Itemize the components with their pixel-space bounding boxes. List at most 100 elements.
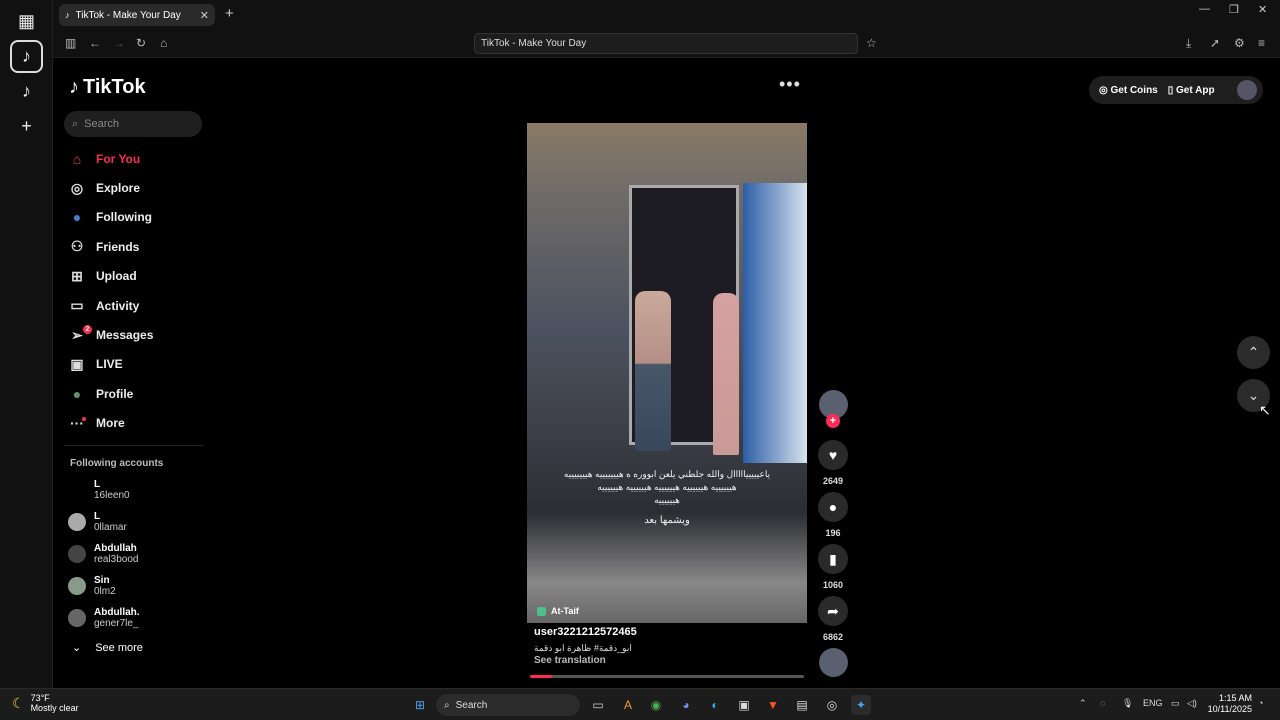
user-avatar[interactable] [1237, 80, 1257, 100]
get-coins-button[interactable]: ◎ Get Coins [1099, 85, 1158, 96]
close-tab-icon[interactable]: ✕ [200, 9, 209, 22]
workspaces-icon[interactable]: ▦ [10, 5, 43, 38]
chevron-up-icon: ⌃ [1247, 344, 1260, 360]
add-app-icon[interactable]: + [10, 110, 43, 143]
new-tab-button[interactable]: + [225, 5, 234, 22]
settings-gear-icon[interactable]: ⚙ [1234, 36, 1245, 50]
nav-upload[interactable]: ⊞ Upload [64, 262, 204, 291]
nav-friends[interactable]: ⚇ Friends [64, 232, 204, 261]
nav-label: Activity [96, 298, 140, 313]
volume-icon[interactable]: ◁) [1187, 698, 1197, 709]
microphone-icon[interactable]: 🎙 [1122, 698, 1133, 709]
steam-icon[interactable]: ◎ [822, 695, 842, 715]
see-translation-link[interactable]: See translation [534, 655, 606, 666]
reload-icon[interactable]: ↻ [136, 36, 146, 50]
nav-profile[interactable]: ● Profile [64, 379, 204, 408]
sidebar-toggle-icon[interactable]: ▥ [65, 36, 76, 50]
network-icon[interactable]: ▭ [1171, 698, 1180, 709]
tiktok-favicon-icon: ♪ [65, 10, 70, 20]
tiktok-app-icon-2[interactable]: ♪ [10, 75, 43, 108]
messages-badge: 2 [83, 325, 92, 335]
chrome-icon[interactable]: ◉ [646, 695, 666, 715]
download-icon[interactable]: ⤓ [1186, 36, 1191, 51]
save-button[interactable]: ▮ [818, 544, 848, 574]
nav-following[interactable]: ● Following [64, 203, 204, 232]
nav-label: Profile [96, 386, 134, 401]
see-more-label: See more [95, 641, 143, 654]
location-tag[interactable]: At-Taif [537, 606, 579, 616]
browser-app-icon[interactable]: ✦ [851, 695, 871, 715]
browser-tab[interactable]: ♪ TikTok - Make Your Day ✕ [59, 4, 215, 26]
video-description: ابو_دقمة# ظاهرة ابو دقمة [534, 643, 632, 653]
bookmark-star-icon[interactable]: ☆ [866, 36, 877, 50]
more-options-icon[interactable]: ••• [779, 74, 801, 95]
previous-video-button[interactable]: ⌃ [1237, 336, 1270, 369]
nav-for-you[interactable]: ⌂ For You [64, 144, 204, 173]
upload-icon: ⊞ [71, 267, 83, 284]
tray-chevron-icon[interactable]: ⌃ [1079, 698, 1087, 709]
account-handle: gener7le_ [94, 618, 139, 629]
nav-live[interactable]: ▣ LIVE [64, 350, 204, 379]
account-handle: 16leen0 [94, 490, 130, 501]
windows-start-icon[interactable]: ⊞ [410, 695, 430, 715]
rocket-icon[interactable]: ➚ [1210, 36, 1220, 50]
nav-label: Following [96, 210, 152, 225]
like-button[interactable]: ♥ [818, 440, 848, 470]
brave-icon[interactable]: ▼ [763, 695, 783, 715]
follow-plus-button[interactable]: + [826, 414, 840, 428]
tray-app-icon[interactable]: ◌ [1100, 698, 1105, 708]
system-clock[interactable]: 1:15 AM 10/11/2025 [1206, 693, 1252, 715]
following-account[interactable]: L 16leen0 [68, 476, 208, 504]
location-icon [537, 606, 546, 616]
video-progress-fill [530, 675, 552, 678]
share-arrow-icon: ➦ [827, 602, 839, 619]
nav-label: Explore [96, 181, 141, 196]
file-explorer-icon[interactable]: ▭ [588, 695, 608, 715]
discord-icon[interactable]: ◕ [676, 695, 696, 715]
epic-games-icon[interactable]: ▣ [734, 695, 754, 715]
app-a-icon[interactable]: A [618, 695, 638, 715]
tiktok-logo[interactable]: ♪ TikTok [69, 76, 146, 99]
following-account[interactable]: L 0llamar [68, 508, 208, 536]
mouse-cursor-icon: ↖ [1259, 402, 1271, 418]
address-bar[interactable]: TikTok - Make Your Day [474, 33, 858, 54]
search-input[interactable]: ⌕ Search [64, 111, 202, 137]
game-app-icon[interactable]: ▤ [792, 695, 812, 715]
forward-icon[interactable]: → [113, 36, 125, 50]
home-icon[interactable]: ⌂ [160, 36, 167, 50]
nav-activity[interactable]: ▭ Activity [64, 291, 204, 320]
following-account[interactable]: Abdullah. gener7le_ [68, 604, 208, 632]
nav-explore[interactable]: ◎ Explore [64, 173, 204, 202]
notification-icon[interactable]: ◔ [1258, 698, 1263, 708]
see-more-button[interactable]: ⌄ See more [72, 641, 143, 655]
nav-label: More [96, 416, 125, 431]
video-username[interactable]: user3221212572465 [534, 626, 637, 638]
nav-messages[interactable]: ➢ 2 Messages [64, 320, 204, 349]
nav-more[interactable]: ··· More [64, 409, 204, 438]
location-label: At-Taif [551, 606, 579, 616]
tiktok-app-icon[interactable]: ♪ [10, 40, 43, 73]
close-window-button[interactable]: ✕ [1258, 3, 1267, 16]
share-button[interactable]: ➦ [818, 596, 848, 626]
video-player[interactable]: ياعيييييااااال والله جلطني يلعن ابووره ه… [527, 123, 807, 623]
profile-avatar-icon: ● [72, 385, 82, 402]
video-progress-bar[interactable] [530, 675, 804, 678]
nav-label: Upload [96, 269, 137, 284]
coin-icon: ◎ [1099, 84, 1111, 96]
minimize-button[interactable]: — [1199, 3, 1210, 15]
taskbar-search[interactable]: ⌕ Search [436, 694, 580, 716]
back-icon[interactable]: ← [89, 36, 101, 50]
music-disc-avatar[interactable] [819, 648, 848, 677]
language-indicator[interactable]: ENG [1143, 698, 1163, 708]
following-account[interactable]: Sin 0lm2 [68, 572, 208, 600]
tiktok-note-icon: ♪ [69, 76, 79, 98]
weather-widget[interactable]: ☾ 73°F Mostly clear [12, 693, 79, 713]
comment-button[interactable]: ● [818, 492, 848, 522]
get-app-button[interactable]: ▯ Get App [1168, 85, 1215, 96]
account-handle: 0llamar [94, 522, 127, 533]
following-account[interactable]: Abdullah real3bood [68, 540, 208, 568]
maximize-button[interactable]: ❐ [1229, 3, 1239, 16]
windows-taskbar: ☾ 73°F Mostly clear ⊞ ⌕ Search ▭ A ◉ ◕ ◐ … [0, 688, 1280, 720]
menu-icon[interactable]: ≡ [1258, 36, 1265, 50]
edge-icon[interactable]: ◐ [705, 695, 725, 715]
